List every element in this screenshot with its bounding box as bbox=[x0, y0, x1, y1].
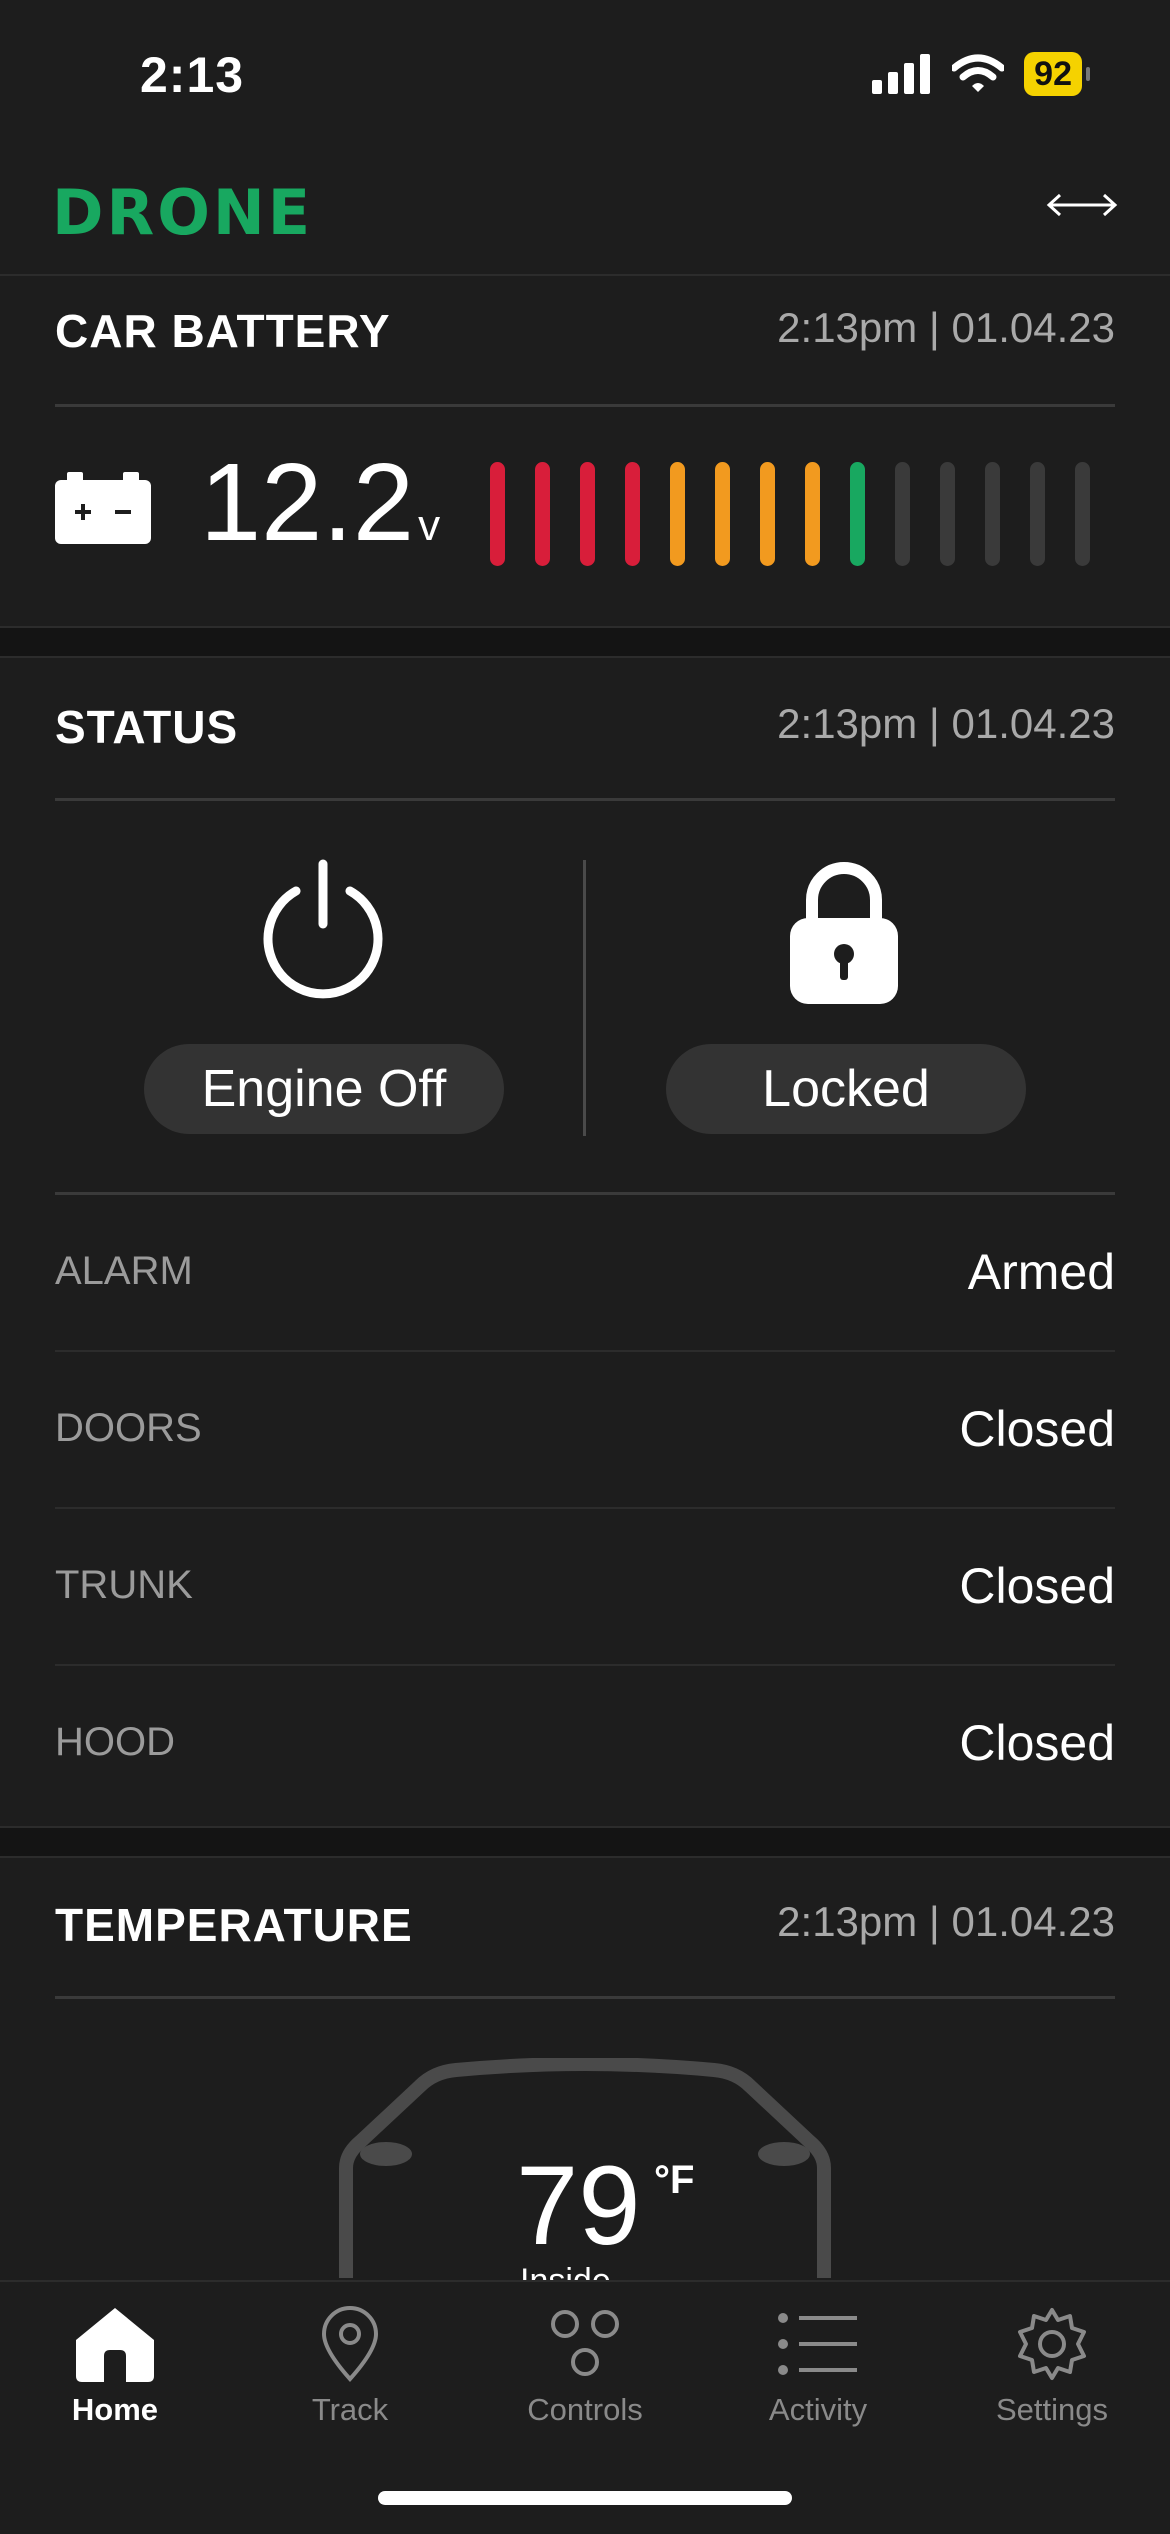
tab-label: Controls bbox=[527, 2392, 643, 2427]
controls-icon bbox=[551, 2310, 619, 2376]
battery-level-meter bbox=[490, 462, 1090, 566]
status-card-title: STATUS bbox=[55, 701, 239, 753]
divider bbox=[55, 1996, 1115, 1999]
status-divider bbox=[583, 860, 586, 1136]
tab-settings[interactable]: Settings bbox=[952, 2306, 1152, 2456]
battery-level: 92 bbox=[1024, 52, 1082, 96]
map-pin-icon bbox=[321, 2306, 379, 2382]
battery-segment bbox=[490, 462, 505, 566]
tab-home[interactable]: Home bbox=[15, 2306, 215, 2456]
divider bbox=[55, 798, 1115, 801]
temperature-unit: °F bbox=[654, 2158, 695, 2202]
row-value: Closed bbox=[959, 1401, 1115, 1457]
tab-label: Settings bbox=[995, 2392, 1108, 2427]
battery-segment bbox=[715, 462, 730, 566]
battery-segment bbox=[985, 462, 1000, 566]
gear-icon bbox=[1018, 2308, 1086, 2380]
battery-segment bbox=[580, 462, 595, 566]
wifi-icon bbox=[952, 54, 1005, 92]
tab-track[interactable]: Track bbox=[250, 2306, 450, 2456]
row-value: Closed bbox=[959, 1715, 1115, 1771]
battery-segment bbox=[1075, 462, 1090, 566]
app-header: DRONE bbox=[0, 150, 1170, 276]
status-row-trunk: TRUNK Closed bbox=[55, 1509, 1115, 1666]
row-label: ALARM bbox=[55, 1249, 193, 1293]
home-icon bbox=[76, 2308, 154, 2382]
status-row-doors: DOORS Closed bbox=[55, 1352, 1115, 1509]
row-value: Armed bbox=[967, 1244, 1115, 1300]
divider bbox=[55, 404, 1115, 407]
tab-label: Track bbox=[311, 2392, 389, 2427]
signal-icon bbox=[872, 54, 931, 94]
battery-timestamp: 2:13pm | 01.04.23 bbox=[777, 304, 1115, 351]
battery-segment bbox=[805, 462, 820, 566]
app-logo: DRONE bbox=[52, 176, 314, 249]
battery-segment bbox=[1030, 462, 1045, 566]
row-value: Closed bbox=[959, 1558, 1115, 1614]
temperature-value: 79 bbox=[516, 2143, 641, 2268]
voltage-value: 12.2 bbox=[200, 441, 415, 564]
battery-segment bbox=[670, 462, 685, 566]
row-label: HOOD bbox=[55, 1720, 175, 1764]
clock: 2:13 bbox=[140, 47, 245, 103]
status-row-alarm: ALARM Armed bbox=[55, 1195, 1115, 1352]
battery-segment bbox=[625, 462, 640, 566]
temperature-timestamp: 2:13pm | 01.04.23 bbox=[777, 1898, 1115, 1945]
tab-activity[interactable]: Activity bbox=[718, 2306, 918, 2456]
battery-segment bbox=[895, 462, 910, 566]
battery-card-title: CAR BATTERY bbox=[55, 305, 391, 357]
power-icon bbox=[263, 859, 383, 999]
battery-segment bbox=[760, 462, 775, 566]
engine-status-pill: Engine Off bbox=[144, 1044, 504, 1134]
status-row-hood: HOOD Closed bbox=[55, 1666, 1115, 1821]
status-timestamp: 2:13pm | 01.04.23 bbox=[777, 700, 1115, 747]
voltage-reading: 12.2v bbox=[200, 448, 440, 581]
temperature-card-title: TEMPERATURE bbox=[55, 1899, 413, 1951]
battery-segment bbox=[535, 462, 550, 566]
voltage-unit: v bbox=[418, 501, 441, 550]
row-label: TRUNK bbox=[55, 1563, 193, 1607]
tab-label: Home bbox=[71, 2392, 159, 2427]
car-battery-icon bbox=[55, 472, 151, 544]
battery-segment bbox=[940, 462, 955, 566]
swap-horizontal-icon[interactable] bbox=[1044, 188, 1120, 222]
tab-controls[interactable]: Controls bbox=[485, 2306, 685, 2456]
lock-icon bbox=[790, 862, 898, 1004]
row-label: DOORS bbox=[55, 1406, 202, 1450]
battery-nub bbox=[1086, 67, 1090, 81]
battery-segment bbox=[850, 462, 865, 566]
tab-label: Activity bbox=[768, 2392, 868, 2427]
home-indicator[interactable] bbox=[378, 2491, 792, 2505]
lock-status-pill: Locked bbox=[666, 1044, 1026, 1134]
list-icon bbox=[778, 2313, 857, 2375]
status-bar: 2:13 92 bbox=[0, 0, 1170, 150]
status-icons: 92 bbox=[872, 52, 1090, 96]
battery-card: CAR BATTERY 2:13pm | 01.04.23 12.2v bbox=[0, 274, 1170, 628]
